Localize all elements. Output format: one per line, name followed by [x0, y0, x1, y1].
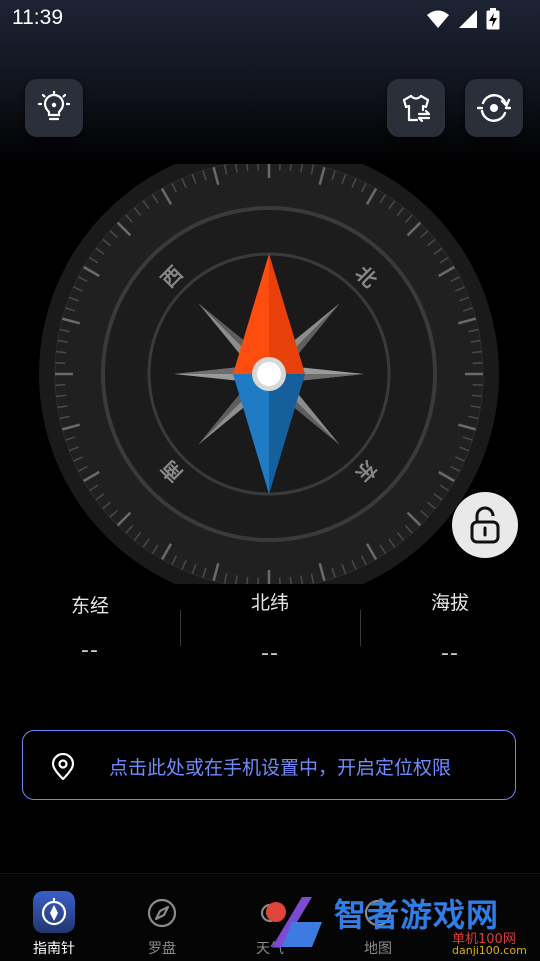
change-skin-button[interactable]	[387, 79, 445, 137]
location-pin-icon	[51, 753, 75, 781]
nav-label-luopan: 罗盘	[148, 941, 176, 957]
shirt-swap-icon	[402, 94, 431, 123]
location-permission-banner[interactable]: 点击此处或在手机设置中，开启定位权限	[22, 730, 516, 800]
altitude-label: 海拔	[430, 592, 469, 614]
watermark-logo-icon	[266, 897, 322, 947]
compass-rose-icon	[147, 898, 177, 928]
compass-tick	[278, 164, 281, 171]
latitude-label: 北纬	[250, 592, 289, 614]
longitude-value: --	[81, 638, 99, 663]
unlock-icon	[470, 506, 500, 544]
longitude-block: 东经 --	[0, 585, 180, 663]
compass-tick	[257, 577, 260, 584]
status-time: 11:39	[12, 6, 63, 29]
watermark: 智者游戏网 单机100网 danji100.com	[262, 890, 540, 960]
compass-tick	[257, 164, 260, 171]
latitude-block: 北纬 --	[180, 585, 360, 666]
compass-tick	[472, 383, 483, 386]
compass-tick	[471, 394, 482, 398]
calibrate-button[interactable]	[465, 79, 523, 137]
altitude-block: 海拔 --	[360, 585, 540, 666]
compass-graphic: 北 东 南 西	[39, 164, 499, 584]
nav-item-luopan[interactable]: 罗盘	[108, 874, 216, 961]
compass-tick	[55, 362, 66, 365]
nav-label-compass: 指南针	[33, 941, 75, 957]
battery-charging-icon	[486, 8, 500, 30]
compass-tick	[56, 394, 67, 398]
compass-tick	[472, 362, 483, 365]
wifi-icon	[427, 10, 449, 28]
compass-nav-icon	[33, 891, 75, 933]
latitude-value: --	[261, 641, 279, 666]
nav-item-compass[interactable]: 指南针	[0, 874, 108, 961]
longitude-label: 东经	[70, 595, 109, 617]
rotate-target-icon	[477, 94, 511, 122]
bulb-icon	[37, 91, 71, 121]
compass-tick	[55, 383, 66, 386]
compass-tick	[56, 350, 67, 354]
watermark-subtitle: danji100.com	[452, 944, 527, 957]
signal-icon	[459, 10, 477, 28]
location-banner-text: 点击此处或在手机设置中，开启定位权限	[109, 757, 452, 779]
compass-tick	[278, 577, 281, 584]
flashlight-button[interactable]	[25, 79, 83, 137]
lock-rotation-button[interactable]	[452, 492, 518, 558]
altitude-value: --	[441, 641, 459, 666]
compass-tick	[471, 350, 482, 354]
compass-dial: 北 东 南 西	[38, 164, 500, 584]
status-icons	[426, 8, 500, 30]
status-bar: 11:39	[0, 0, 540, 36]
